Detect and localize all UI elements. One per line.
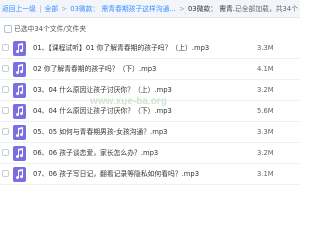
- all-files-link[interactable]: 全部: [45, 0, 59, 17]
- audio-file-icon: [13, 167, 26, 182]
- file-size: 3.3M: [257, 128, 274, 136]
- file-size: 3.3M: [257, 44, 274, 52]
- file-size: 3.1M: [257, 170, 274, 178]
- file-size: 4.1M: [257, 65, 274, 73]
- file-name[interactable]: 07、06 孩子写日记，翻看记录等隐私如何看吗？.mp3: [33, 165, 199, 183]
- audio-file-icon: [13, 41, 26, 56]
- file-name[interactable]: 02 你了解青春期的孩子吗？（下）.mp3: [33, 60, 156, 78]
- breadcrumb-separator: |: [39, 5, 42, 13]
- selection-count-label: 已选中34个文件/文件夹: [14, 25, 87, 33]
- audio-file-icon: [13, 62, 26, 77]
- breadcrumb: 返回上一级 | 全部 > 03微款： 需青春期孩子这样沟通... > 03微款：…: [0, 0, 300, 18]
- breadcrumb-current-prefix: 03微款：: [187, 5, 218, 13]
- back-link[interactable]: 返回上一级: [2, 0, 36, 17]
- breadcrumb-arrow: >: [179, 5, 185, 13]
- audio-file-icon: [13, 104, 26, 119]
- file-size: 5.6M: [257, 107, 274, 115]
- row-checkbox[interactable]: [2, 44, 9, 51]
- file-size: 3.2M: [257, 149, 274, 157]
- file-row[interactable]: 05、05 如何与青春期男孩-女孩沟通？.mp3 3.3M: [0, 123, 300, 143]
- watermark: www.xue-ba.org: [90, 96, 167, 107]
- row-checkbox[interactable]: [2, 128, 9, 135]
- file-row[interactable]: 02 你了解青春期的孩子吗？（下）.mp3 4.1M: [0, 60, 300, 80]
- file-name[interactable]: 05、05 如何与青春期男孩-女孩沟通？.mp3: [33, 123, 168, 141]
- file-name[interactable]: 01、【课程试听】01 你了解青春期的孩子吗？（上）.mp3: [33, 39, 209, 57]
- row-checkbox[interactable]: [2, 65, 9, 72]
- row-checkbox[interactable]: [2, 107, 9, 114]
- audio-file-icon: [13, 83, 26, 98]
- loaded-status: 已全部加载，共34个: [234, 5, 298, 13]
- audio-file-icon: [13, 125, 26, 140]
- file-row[interactable]: 06、06 孩子谈恋爱，家长怎么办？.mp3 3.2M: [0, 144, 300, 164]
- audio-file-icon: [13, 146, 26, 161]
- row-checkbox[interactable]: [2, 170, 9, 177]
- select-all-checkbox[interactable]: [4, 25, 12, 33]
- breadcrumb-arrow: >: [61, 5, 68, 13]
- file-row[interactable]: 01、【课程试听】01 你了解青春期的孩子吗？（上）.mp3 3.3M: [0, 39, 300, 59]
- row-checkbox[interactable]: [2, 86, 9, 93]
- file-name[interactable]: 06、06 孩子谈恋爱，家长怎么办？.mp3: [33, 144, 158, 162]
- folder-link-2[interactable]: 需青春期孩子这样沟通...: [101, 0, 175, 17]
- row-checkbox[interactable]: [2, 149, 9, 156]
- file-size: 3.2M: [257, 86, 274, 94]
- list-header: 已选中34个文件/文件夹: [0, 21, 300, 37]
- file-row[interactable]: 07、06 孩子写日记，翻看记录等隐私如何看吗？.mp3 3.1M: [0, 165, 300, 185]
- breadcrumb-path: 返回上一级 | 全部 > 03微款： 需青春期孩子这样沟通... > 03微款：…: [2, 0, 239, 17]
- folder-link-1[interactable]: 03微款：: [70, 0, 99, 17]
